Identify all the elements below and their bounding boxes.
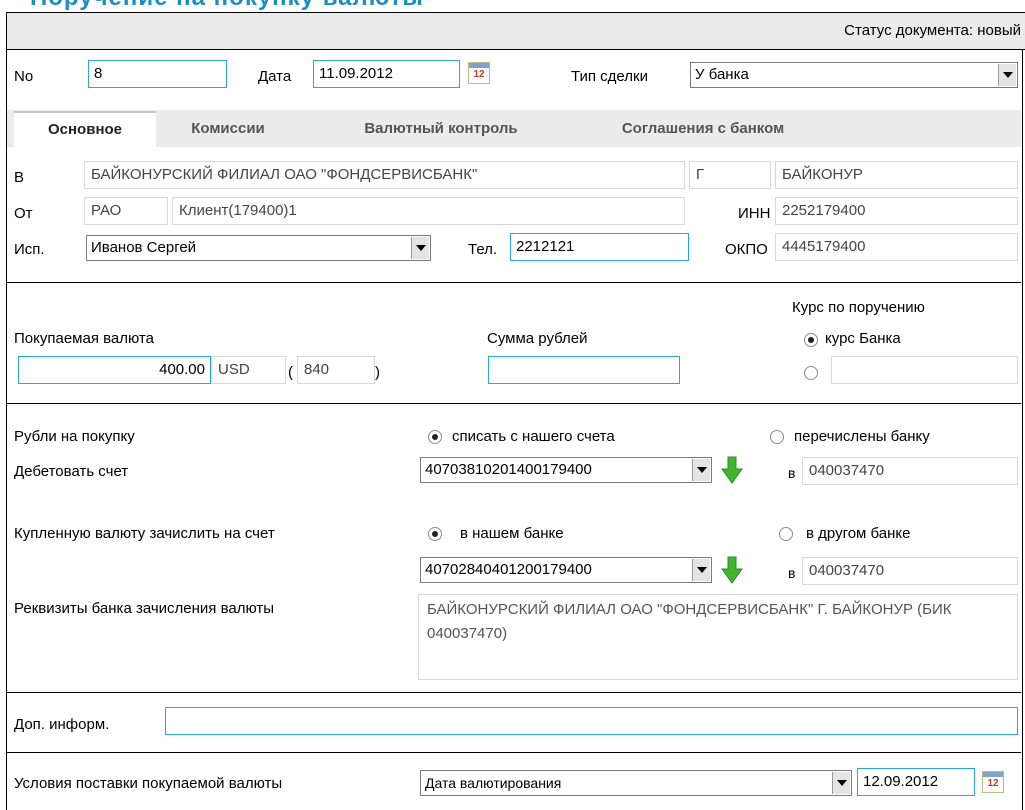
window-title-strip: Поручение на покупку валюты bbox=[0, 0, 1025, 12]
delivery-terms-label: Условия поставки покупаемой валюты bbox=[14, 775, 283, 792]
inn-field: 2252179400 bbox=[775, 197, 1018, 225]
rubles-sum-field[interactable] bbox=[488, 356, 680, 384]
divider bbox=[7, 403, 1021, 404]
client-code-field: РАО bbox=[84, 197, 168, 225]
status-bar: Статус документа: новый bbox=[7, 13, 1025, 50]
debit-our-account-label: списать с нашего счета bbox=[452, 428, 615, 445]
requisites-label: Реквизиты банка зачисления валюты bbox=[14, 600, 275, 617]
credit-account-label: Купленную валюту зачислить на счет bbox=[14, 525, 275, 542]
tab-commissions[interactable]: Комиссии bbox=[166, 111, 290, 147]
deal-type-select[interactable]: У банка bbox=[690, 62, 1018, 88]
executor-label: Исп. bbox=[14, 241, 45, 258]
executor-select[interactable]: Иванов Сергей bbox=[86, 235, 431, 261]
debit-account-value: 40703810201400179400 bbox=[425, 461, 592, 478]
deal-type-value: У банка bbox=[695, 66, 749, 83]
chevron-down-icon bbox=[411, 237, 429, 259]
currency-num-code-field: 840 bbox=[297, 356, 375, 384]
bank-name-field: БАЙКОНУРСКИЙ ФИЛИАЛ ОАО "ФОНДСЕРВИСБАНК" bbox=[84, 161, 685, 189]
number-label: No bbox=[14, 68, 34, 85]
okpo-field: 4445179400 bbox=[775, 233, 1018, 261]
chevron-down-icon bbox=[692, 559, 710, 581]
divider bbox=[7, 752, 1021, 753]
fill-account-arrow-icon[interactable] bbox=[720, 555, 744, 585]
executor-value: Иванов Сергей bbox=[91, 239, 197, 256]
credit-bik-field: 040037470 bbox=[802, 557, 1018, 585]
divider bbox=[7, 692, 1021, 693]
calendar-icon[interactable]: 12 bbox=[982, 771, 1004, 793]
debit-our-account-radio[interactable] bbox=[428, 430, 442, 444]
debit-account-select[interactable]: 40703810201400179400 bbox=[420, 457, 712, 483]
tab-main[interactable]: Основное bbox=[14, 111, 156, 147]
okpo-label: ОКПО bbox=[725, 241, 768, 258]
rate-custom-field[interactable] bbox=[831, 356, 1018, 384]
chevron-down-icon bbox=[692, 459, 710, 481]
window-title: Поручение на покупку валюты bbox=[30, 0, 424, 12]
other-bank-radio[interactable] bbox=[779, 527, 793, 541]
top-border bbox=[6, 12, 1025, 13]
transferred-to-bank-radio[interactable] bbox=[770, 430, 784, 444]
rate-custom-radio[interactable] bbox=[804, 366, 818, 380]
phone-field[interactable]: 2212121 bbox=[510, 233, 689, 261]
divider bbox=[7, 282, 1021, 283]
date-label: Дата bbox=[258, 68, 292, 85]
bank-to-label: В bbox=[14, 169, 25, 186]
fill-account-arrow-icon[interactable] bbox=[720, 455, 744, 485]
currency-num-open: ( bbox=[288, 364, 293, 381]
rubles-for-purchase-label: Рубли на покупку bbox=[14, 428, 135, 445]
our-bank-label: в нашем банке bbox=[460, 525, 564, 542]
date-field[interactable]: 11.09.2012 bbox=[313, 60, 460, 88]
debit-bik-prefix: в bbox=[788, 465, 796, 481]
currency-code-field: USD bbox=[211, 356, 286, 384]
delivery-terms-select[interactable]: Дата валютирования bbox=[420, 770, 852, 796]
rate-bank-label: курс Банка bbox=[825, 330, 901, 347]
rate-label: Курс по поручению bbox=[792, 299, 925, 316]
chevron-down-icon bbox=[998, 64, 1016, 86]
client-name-field: Клиент(179400)1 bbox=[172, 197, 685, 225]
deal-type-label: Тип сделки bbox=[571, 68, 648, 85]
delivery-terms-value: Дата валютирования bbox=[425, 775, 562, 791]
delivery-date-field[interactable]: 12.09.2012 bbox=[857, 768, 975, 796]
calendar-icon[interactable]: 12 bbox=[468, 62, 490, 84]
requisites-field: БАЙКОНУРСКИЙ ФИЛИАЛ ОАО "ФОНДСЕРВИСБАНК"… bbox=[418, 594, 1018, 680]
extra-info-field[interactable] bbox=[165, 707, 1018, 735]
tab-bank-agreements[interactable]: Соглашения с банком bbox=[583, 111, 823, 147]
our-bank-radio[interactable] bbox=[428, 527, 442, 541]
credit-account-value: 40702840401200179400 bbox=[425, 561, 592, 578]
phone-label: Тел. bbox=[468, 241, 498, 258]
document-number-field[interactable]: 8 bbox=[88, 60, 227, 88]
currency-label: Покупаемая валюта bbox=[14, 330, 154, 347]
rate-bank-radio[interactable] bbox=[804, 333, 818, 347]
from-label: От bbox=[14, 205, 33, 222]
currency-num-close: ) bbox=[375, 364, 380, 381]
extra-info-label: Доп. информ. bbox=[14, 716, 110, 733]
credit-bik-prefix: в bbox=[788, 565, 796, 581]
currency-amount-field[interactable]: 400.00 bbox=[18, 356, 211, 384]
debit-account-label: Дебетовать счет bbox=[14, 463, 129, 480]
rubles-sum-label: Сумма рублей bbox=[487, 330, 588, 347]
document-status: Статус документа: новый bbox=[844, 22, 1021, 39]
other-bank-label: в другом банке bbox=[806, 525, 911, 542]
debit-bik-field: 040037470 bbox=[802, 457, 1018, 485]
tab-currency-control[interactable]: Валютный контроль bbox=[326, 111, 556, 147]
inn-label: ИНН bbox=[738, 205, 771, 222]
credit-account-select[interactable]: 40702840401200179400 bbox=[420, 557, 712, 583]
city-prefix-field: Г bbox=[689, 161, 771, 189]
transferred-to-bank-label: перечислены банку bbox=[794, 428, 930, 445]
city-field: БАЙКОНУР bbox=[775, 161, 1018, 189]
chevron-down-icon bbox=[832, 772, 850, 794]
